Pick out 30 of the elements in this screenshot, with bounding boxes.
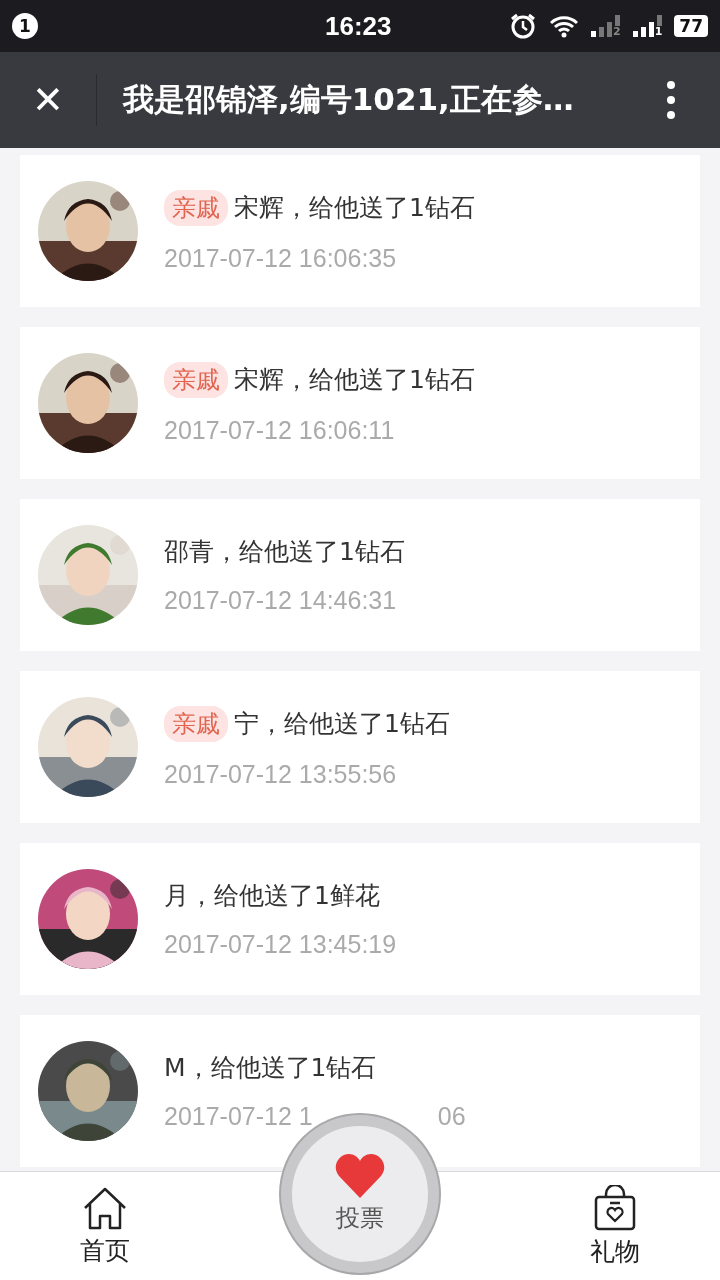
gift-message: M，给他送了1钻石 bbox=[164, 1052, 377, 1084]
gift-bag-icon bbox=[593, 1184, 637, 1231]
gift-message: 宋辉，给他送了1钻石 bbox=[234, 364, 475, 396]
relation-tag: 亲戚 bbox=[164, 705, 228, 742]
gift-time: 06 bbox=[437, 1102, 466, 1131]
gift-message: 月，给他送了1鲜花 bbox=[164, 880, 380, 912]
gift-time: 2017-07-12 16:06:11 bbox=[164, 415, 395, 445]
wifi-icon bbox=[549, 14, 579, 38]
close-button[interactable]: ✕ bbox=[0, 52, 96, 148]
notification-badge: 1 bbox=[12, 13, 38, 39]
relation-tag: 亲戚 bbox=[164, 189, 228, 226]
gift-time: 2017-07-12 16:06:35 bbox=[164, 243, 397, 273]
gift-time: 2017-07-12 13:45:19 bbox=[164, 930, 397, 959]
sim-number: 1 bbox=[654, 26, 663, 37]
more-icon[interactable] bbox=[666, 80, 676, 120]
relation-tag: 亲戚 bbox=[164, 361, 228, 398]
page-title: 我是邵锦泽,编号1021,正在参… bbox=[123, 80, 574, 119]
clock: 16:23 bbox=[325, 10, 392, 42]
home-icon bbox=[82, 1185, 128, 1230]
gift-time: 2017-07-12 13:55:56 bbox=[164, 759, 397, 789]
gift-message: 邵青，给他送了1钻石 bbox=[164, 536, 405, 568]
home-tab[interactable]: 首页 bbox=[80, 1185, 130, 1267]
gift-time: 2017-07-12 14:46:31 bbox=[164, 586, 397, 615]
gifts-tab[interactable]: 礼物 bbox=[590, 1184, 640, 1268]
gift-message: 宁，给他送了1钻石 bbox=[234, 708, 450, 740]
gift-message: 宋辉，给他送了1钻石 bbox=[234, 192, 475, 224]
heart-icon bbox=[335, 1154, 385, 1198]
sim-number: 2 bbox=[613, 26, 621, 37]
alarm-icon bbox=[509, 12, 537, 40]
battery-indicator: 77 bbox=[674, 15, 708, 37]
